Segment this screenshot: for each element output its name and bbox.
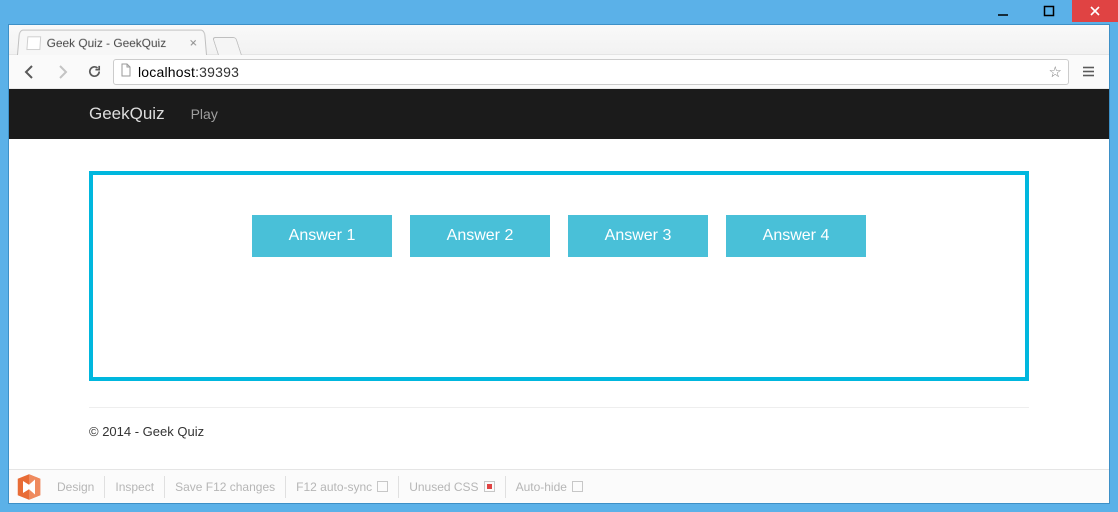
answer-button-3[interactable]: Answer 3 [568, 215, 708, 257]
devbar-unused[interactable]: Unused CSS [399, 476, 505, 498]
devbar-design[interactable]: Design [47, 476, 105, 498]
nav-link-play[interactable]: Play [191, 106, 218, 122]
divider [89, 407, 1029, 408]
forward-button[interactable] [49, 59, 75, 85]
quiz-container: Answer 1 Answer 2 Answer 3 Answer 4 [89, 171, 1029, 381]
vs-logo-icon[interactable] [11, 470, 47, 504]
browser-menu-button[interactable] [1075, 59, 1101, 85]
answer-button-2[interactable]: Answer 2 [410, 215, 550, 257]
back-button[interactable] [17, 59, 43, 85]
tab-strip: Geek Quiz - GeekQuiz × [9, 25, 1109, 55]
checkbox-icon[interactable] [377, 481, 388, 492]
page-body: Answer 1 Answer 2 Answer 3 Answer 4 © 20… [9, 139, 1109, 463]
page-viewport: GeekQuiz Play Answer 1 Answer 2 Answer 3… [9, 89, 1109, 503]
url-host: localhost [138, 64, 195, 80]
checkbox-icon[interactable] [484, 481, 495, 492]
checkbox-icon[interactable] [572, 481, 583, 492]
site-navbar: GeekQuiz Play [9, 89, 1109, 139]
brand-link[interactable]: GeekQuiz [89, 104, 165, 124]
devbar-inspect[interactable]: Inspect [105, 476, 165, 498]
devbar-autohide[interactable]: Auto-hide [506, 476, 593, 498]
bookmark-star-icon[interactable]: ☆ [1049, 63, 1062, 81]
tab-title: Geek Quiz - GeekQuiz [46, 36, 166, 50]
browser-tab[interactable]: Geek Quiz - GeekQuiz × [17, 30, 207, 55]
window-titlebar [0, 0, 1118, 24]
answer-button-4[interactable]: Answer 4 [726, 215, 866, 257]
new-tab-button[interactable] [212, 37, 242, 55]
window-maximize-button[interactable] [1026, 0, 1072, 22]
url-port: :39393 [195, 64, 239, 80]
favicon-icon [26, 36, 41, 50]
dev-toolbar: Design Inspect Save F12 changes F12 auto… [9, 469, 1109, 503]
answer-button-1[interactable]: Answer 1 [252, 215, 392, 257]
window-frame: Geek Quiz - GeekQuiz × localhost:39393 [0, 0, 1118, 512]
reload-button[interactable] [81, 59, 107, 85]
tab-close-icon[interactable]: × [189, 35, 198, 50]
window-minimize-button[interactable] [980, 0, 1026, 22]
browser-toolbar: localhost:39393 ☆ [9, 55, 1109, 89]
devbar-autosync[interactable]: F12 auto-sync [286, 476, 399, 498]
devbar-save[interactable]: Save F12 changes [165, 476, 286, 498]
url-text: localhost:39393 [138, 64, 239, 80]
footer-copyright: © 2014 - Geek Quiz [89, 418, 1029, 451]
page-icon [120, 63, 132, 80]
address-bar[interactable]: localhost:39393 ☆ [113, 59, 1069, 85]
window-close-button[interactable] [1072, 0, 1118, 22]
answer-row: Answer 1 Answer 2 Answer 3 Answer 4 [93, 215, 1025, 257]
browser-window: Geek Quiz - GeekQuiz × localhost:39393 [8, 24, 1110, 504]
